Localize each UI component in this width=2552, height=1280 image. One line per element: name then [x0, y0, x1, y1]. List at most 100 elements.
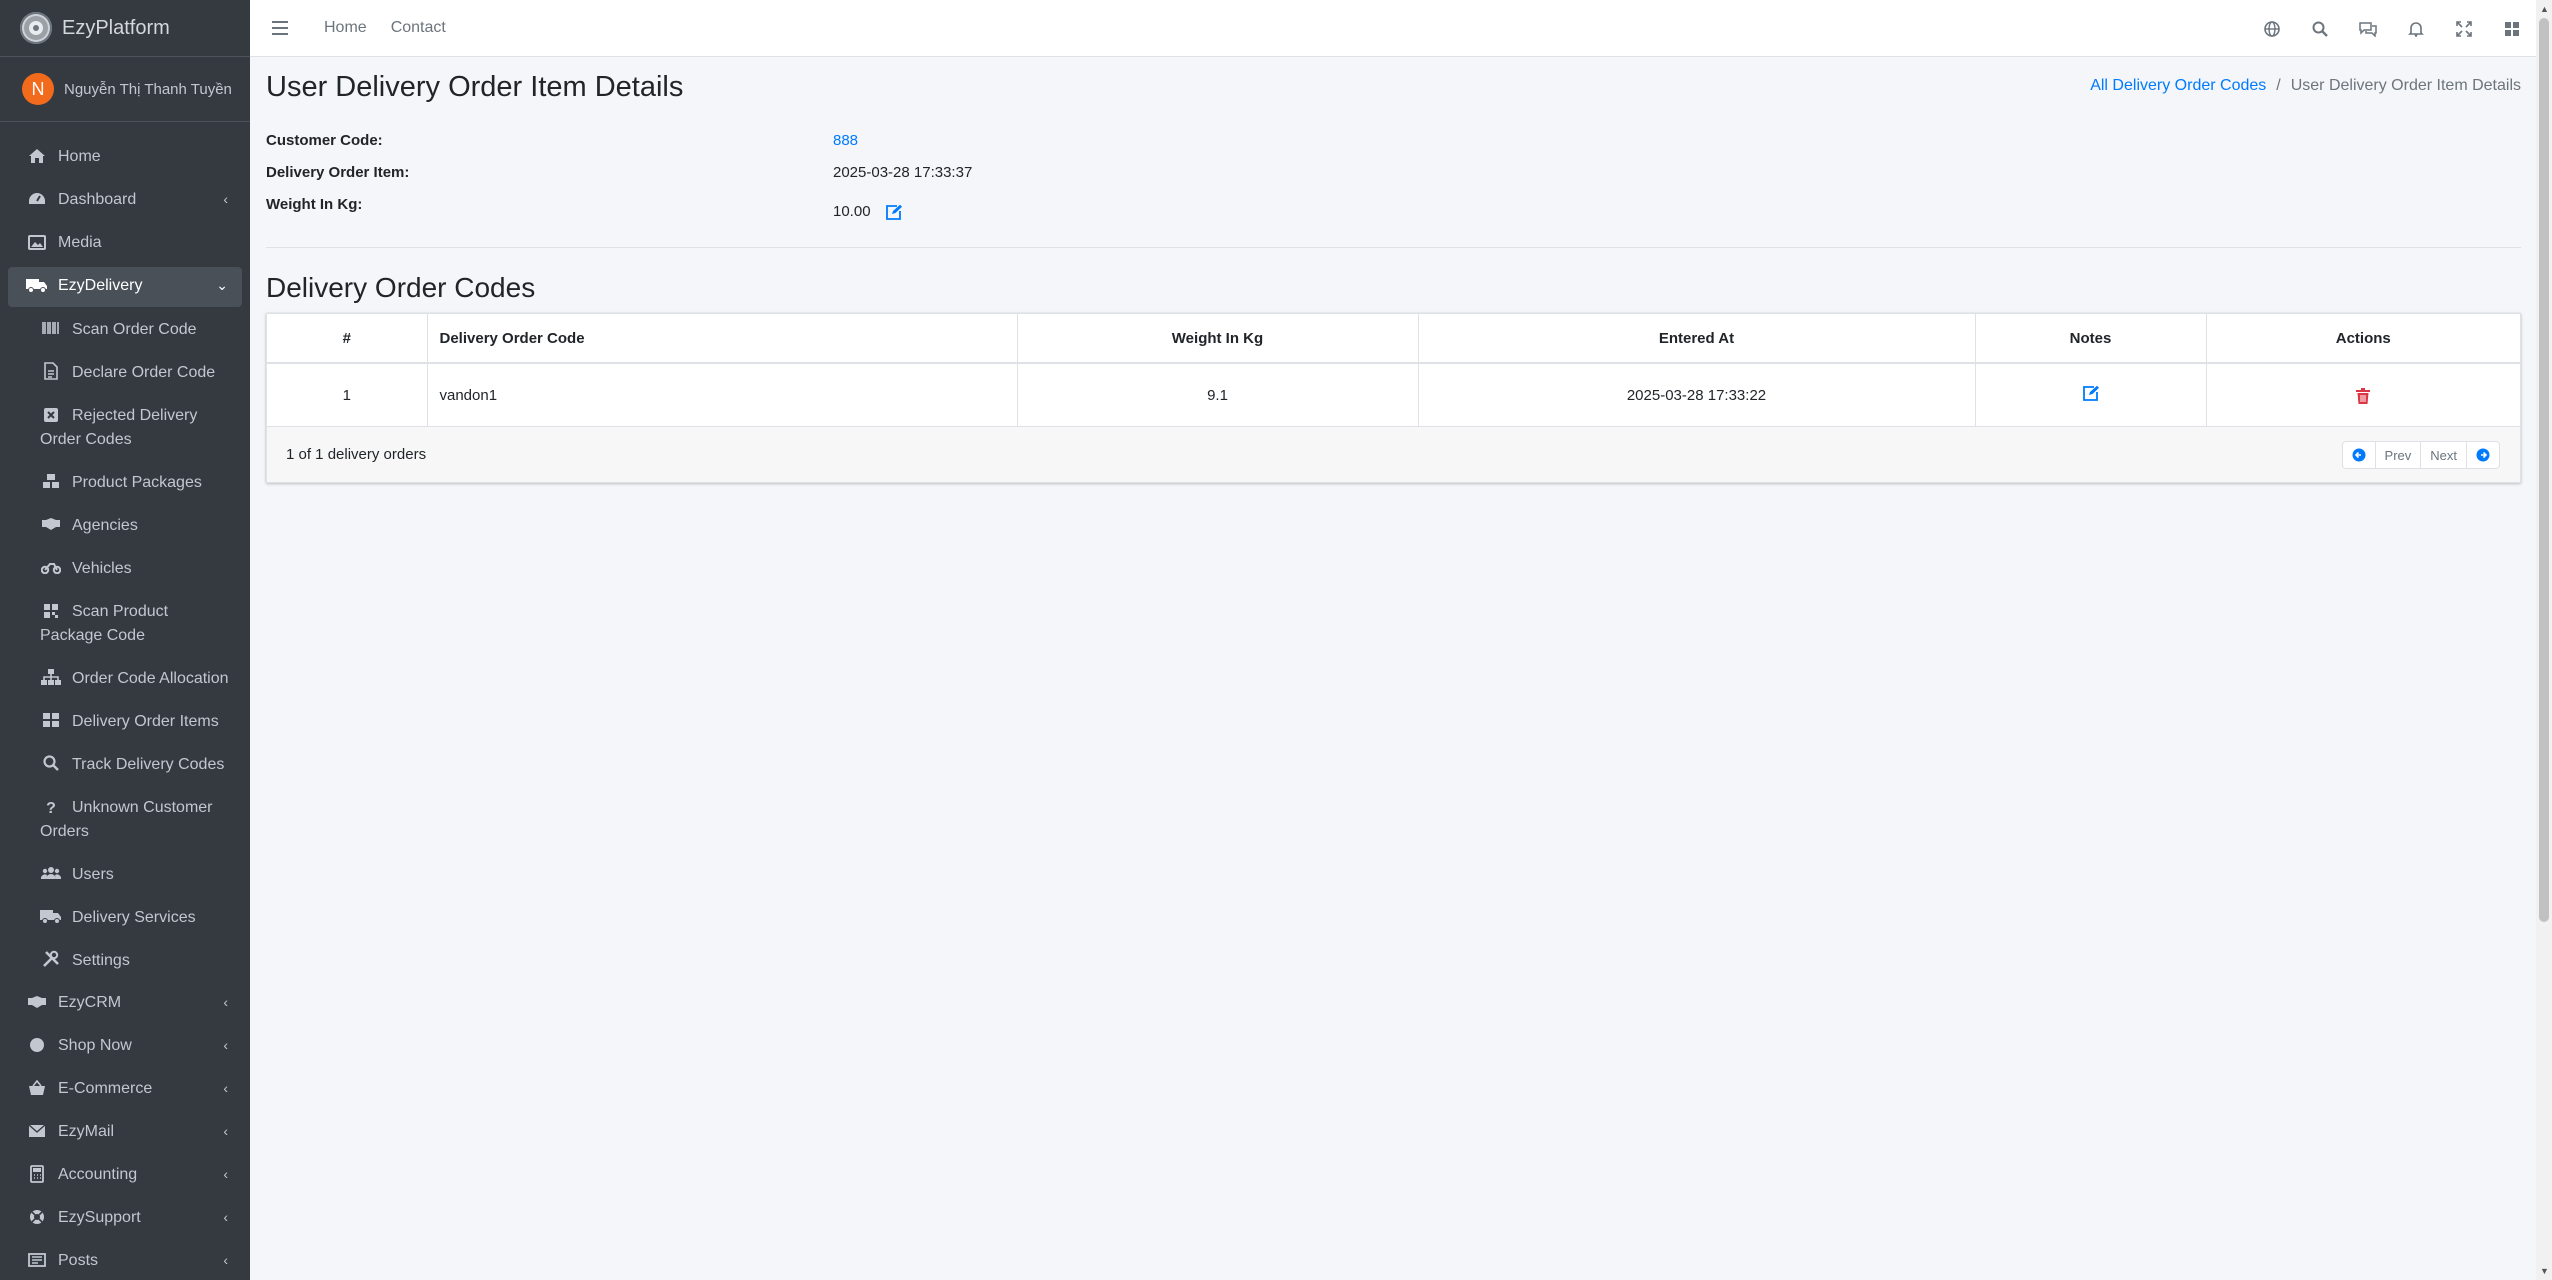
question-icon: ?: [46, 800, 56, 817]
sidebar-item-media[interactable]: Media: [8, 224, 242, 264]
sidebar-item-scan-product-package-code[interactable]: Scan Product Package Code: [8, 592, 242, 656]
table-footer: 1 of 1 delivery orders Prev Next: [267, 426, 2520, 482]
nav-contact-link[interactable]: Contact: [391, 19, 446, 37]
sidebar-item-dashboard[interactable]: Dashboard ‹: [8, 181, 242, 221]
sidebar-item-label: Declare Order Code: [72, 364, 216, 381]
row-code: vandon1: [427, 363, 1018, 426]
sidebar-item-label: EzyMail: [58, 1123, 115, 1140]
sidebar-item-label: Home: [58, 148, 101, 165]
sidebar-item-ezydelivery[interactable]: EzyDelivery ⌄: [8, 267, 242, 307]
sidebar-item-accounting[interactable]: Accounting ‹: [8, 1156, 242, 1196]
sidebar-item-delivery-order-items[interactable]: Delivery Order Items: [8, 702, 242, 742]
sidebar-item-label: Media: [58, 234, 102, 251]
dashboard-icon: [26, 189, 48, 209]
chevron-left-icon: ‹: [223, 1252, 228, 1268]
sidebar-item-label: Posts: [58, 1252, 99, 1269]
user-name: Nguyễn Thị Thanh Tuyền: [64, 80, 232, 98]
sidebar-item-scan-order-code[interactable]: Scan Order Code: [8, 310, 242, 350]
sidebar-item-home[interactable]: Home: [8, 138, 242, 178]
scroll-down-arrow-icon[interactable]: ▼: [2540, 1266, 2549, 1276]
sidebar-item-label: EzySupport: [58, 1209, 141, 1226]
sidebar-item-e-commerce[interactable]: E-Commerce ‹: [8, 1070, 242, 1110]
sidebar-item-declare-order-code[interactable]: Declare Order Code: [8, 353, 242, 393]
sidebar-item-agencies[interactable]: Agencies: [8, 506, 242, 546]
sidebar-item-users[interactable]: Users: [8, 855, 242, 895]
sidebar-item-label: Vehicles: [72, 560, 132, 577]
edit-weight-icon[interactable]: [885, 204, 903, 220]
boxes-icon: [40, 471, 62, 491]
file-icon: [40, 361, 62, 381]
sitemap-icon: [40, 667, 62, 687]
fullscreen-icon[interactable]: [2440, 20, 2488, 37]
section-divider: [266, 247, 2521, 248]
sidebar-item-label: Accounting: [58, 1166, 138, 1183]
sidebar-item-label: Agencies: [72, 517, 138, 534]
tools-icon: [40, 949, 62, 969]
sidebar-item-label: Delivery Services: [72, 909, 196, 926]
next-button[interactable]: Next: [2421, 442, 2467, 468]
brand[interactable]: EzyPlatform: [0, 0, 250, 57]
user-panel[interactable]: N Nguyễn Thị Thanh Tuyền: [0, 57, 250, 122]
chevron-left-icon: ‹: [223, 191, 228, 207]
column-header: Delivery Order Code: [427, 314, 1018, 364]
pagination-summary: 1 of 1 delivery orders: [286, 446, 427, 463]
sidebar-item-label: Product Packages: [72, 474, 202, 491]
page-title: User Delivery Order Item Details: [266, 71, 684, 103]
sidebar-item-label: Delivery Order Items: [72, 713, 219, 730]
chevron-down-icon: ⌄: [216, 277, 228, 293]
apps-grid-icon[interactable]: [2488, 21, 2536, 37]
delivery-order-codes-card: # Delivery Order Code Weight In Kg Enter…: [266, 313, 2521, 483]
sidebar-item-ezysupport[interactable]: EzySupport ‹: [8, 1199, 242, 1239]
column-header: #: [267, 314, 428, 364]
sidebar-item-settings[interactable]: Settings: [8, 941, 242, 981]
handshake-icon: [40, 514, 62, 534]
scrollbar-thumb[interactable]: [2539, 18, 2549, 922]
globe-icon[interactable]: [2248, 20, 2296, 37]
customer-code-link[interactable]: 888: [833, 132, 858, 149]
search-icon: [40, 753, 62, 773]
sidebar-item-label: Scan Order Code: [72, 321, 197, 338]
nav-home-link[interactable]: Home: [324, 19, 367, 37]
sidebar-item-label: EzyCRM: [58, 994, 122, 1011]
sidebar-item-label: Track Delivery Codes: [72, 756, 225, 773]
brand-name: EzyPlatform: [62, 16, 170, 39]
table-row: 1 vandon1 9.1 2025-03-28 17:33:22: [267, 363, 2520, 426]
sidebar-item-product-packages[interactable]: Product Packages: [8, 463, 242, 503]
sidebar-item-label: Unknown Customer Orders: [40, 799, 213, 840]
sidebar-item-ezymail[interactable]: EzyMail ‹: [8, 1113, 242, 1153]
sidebar-item-label: Settings: [72, 952, 130, 969]
sidebar-item-label: Rejected Delivery Order Codes: [40, 407, 198, 448]
image-icon: [26, 232, 48, 252]
sidebar-item-rejected-delivery-order-codes[interactable]: Rejected Delivery Order Codes: [8, 396, 242, 460]
topbar: Home Contact: [250, 0, 2536, 57]
customer-code-label: Customer Code:: [266, 132, 383, 149]
circle-icon: [26, 1035, 48, 1055]
delete-icon[interactable]: [2356, 386, 2371, 404]
edit-notes-icon[interactable]: [2082, 385, 2100, 405]
lifering-icon: [26, 1207, 48, 1227]
sidebar-item-ezycrm[interactable]: EzyCRM ‹: [8, 984, 242, 1024]
scroll-up-arrow-icon[interactable]: ▲: [2540, 4, 2549, 14]
brand-logo-icon: [20, 12, 52, 44]
last-page-icon[interactable]: [2467, 442, 2499, 468]
sidebar-item-unknown-customer-orders[interactable]: ? Unknown Customer Orders: [8, 788, 242, 852]
breadcrumb-link-all-delivery-order-codes[interactable]: All Delivery Order Codes: [2090, 77, 2266, 95]
first-page-icon[interactable]: [2343, 442, 2376, 468]
sidebar-item-shop-now[interactable]: Shop Now ‹: [8, 1027, 242, 1067]
users-icon: [40, 863, 62, 883]
sidebar-item-delivery-services[interactable]: Delivery Services: [8, 898, 242, 938]
menu-toggle-icon[interactable]: [272, 15, 300, 41]
close-box-icon: [40, 405, 62, 425]
bell-icon[interactable]: [2392, 21, 2440, 37]
sidebar-item-posts[interactable]: Posts ‹: [8, 1242, 242, 1280]
truck-icon: [40, 906, 62, 926]
sidebar-item-order-code-allocation[interactable]: Order Code Allocation: [8, 659, 242, 699]
prev-button[interactable]: Prev: [2376, 442, 2422, 468]
row-actions: [2206, 363, 2520, 426]
sidebar-item-track-delivery-codes[interactable]: Track Delivery Codes: [8, 745, 242, 785]
sidebar-item-vehicles[interactable]: Vehicles: [8, 549, 242, 589]
delivery-order-item-label: Delivery Order Item:: [266, 164, 410, 181]
search-icon[interactable]: [2296, 21, 2344, 37]
comments-icon[interactable]: [2344, 21, 2392, 37]
page-scrollbar[interactable]: ▲ ▼: [2536, 0, 2552, 1280]
